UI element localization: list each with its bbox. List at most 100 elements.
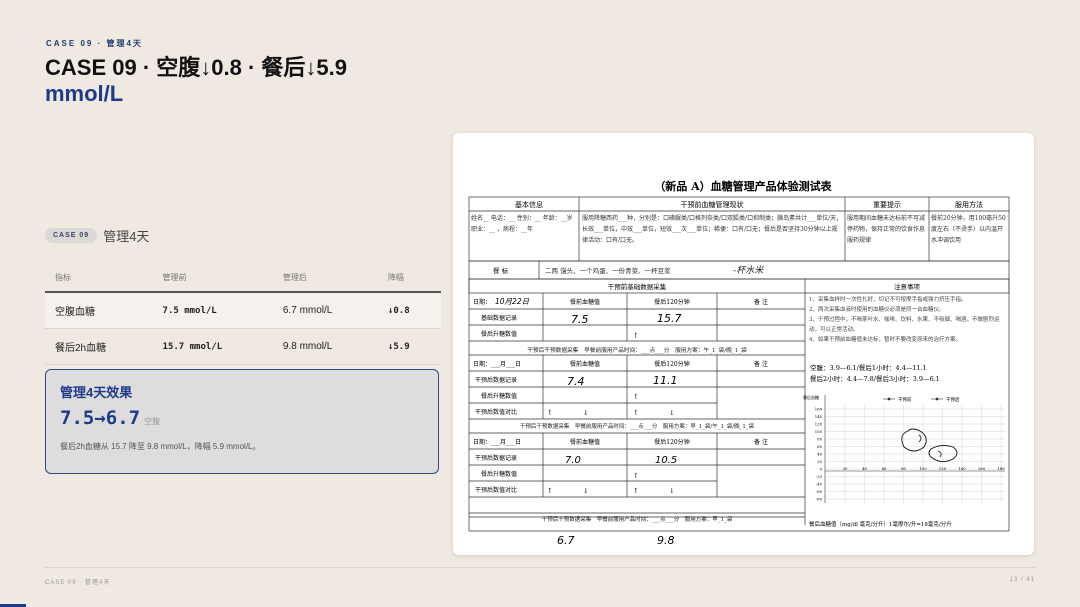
form-arrow: ↑ [633, 332, 639, 340]
form-row-after-record: 干预后数据记录 [475, 376, 517, 384]
value-after: 9.8 mmol/L [272, 328, 378, 365]
page-title: CASE 09 · 空腹↓0.8 · 餐后↓5.9 mmol/L [45, 55, 465, 107]
mini-chart-y-tick: -40 [816, 482, 823, 487]
effect-card-value: 7.5→6.7 空腹 [60, 407, 424, 429]
form-section-base: 干预前基础数据采集 [608, 282, 667, 291]
value-delta: ↓0.8 [377, 292, 441, 329]
form-day3-fast: 6.7 [557, 534, 575, 547]
form-row-after-record: 干预后数据记录 [475, 454, 517, 462]
form-col-post: 餐后120分钟 [654, 360, 689, 368]
mini-chart-y-tick: 120 [815, 422, 823, 427]
form-section-day2: 干预后干预数据采集 早餐前服用产品时间：___点___分 服用方案：早_1_袋/… [520, 424, 754, 430]
form-date-blank: 日期：___月___日 [473, 360, 521, 368]
mini-chart-y-tick: 60 [817, 444, 822, 449]
mini-chart-x-tick: 120 [939, 466, 947, 471]
form-meal-value: 二两 馒头、一个鸡蛋、一份青菜、一杯豆浆 [545, 266, 671, 275]
table-row: 空腹血糖 7.5 mmol/L 6.7 mmol/L ↓0.8 [45, 292, 441, 329]
mini-chart-x-tick: 80 [901, 466, 906, 471]
form-ref-fast: 空腹：3.9—6.1/餐后1小时：4.4—11.1 [810, 363, 927, 372]
legend-marker [887, 397, 891, 401]
form-section-day1: 干预后干预数据采集 早餐前服用产品时间：___点___分 服用方案：午_1_袋/… [527, 348, 747, 354]
effect-card-description: 餐后2h血糖从 15.7 降至 9.8 mmol/L，降幅 5.9 mmol/L… [60, 442, 261, 451]
form-row-compare: 干预后数值对比 [475, 486, 517, 494]
case-tag-row: CASE 09 管理4天 [45, 226, 149, 245]
form-arrow: ↓ [669, 487, 675, 495]
form-col-tips: 重要提示 [873, 200, 901, 209]
value-before: 15.7 mmol/L [152, 328, 273, 365]
form-col-status: 干预前血糖管理现状 [681, 200, 744, 209]
mini-chart-legend-before: 干预前 [898, 396, 912, 403]
value-after: 6.7 mmol/L [272, 292, 378, 329]
footer-divider [45, 567, 1035, 568]
form-arrow: ↓ [669, 409, 675, 417]
form-col-fast: 餐前血糖值 [570, 360, 600, 368]
legend-marker [935, 397, 939, 401]
form-arrow: ↑ [547, 409, 553, 417]
mini-chart-x-tick: 180 [997, 466, 1005, 471]
form-base-fast: 7.5 [571, 313, 589, 326]
form-arrow: ↓ [583, 409, 589, 417]
mini-chart-x-tick: 40 [862, 466, 867, 471]
mini-chart-y-tick: -60 [816, 489, 823, 494]
form-col-fast: 餐前血糖值 [570, 298, 600, 306]
form-arrow: ↑ [547, 487, 553, 495]
form-title: （新品 A）血糖管理产品体验测试表 [654, 179, 832, 193]
handwritten-scribble [928, 444, 958, 462]
form-col-note: 备 注 [754, 360, 768, 368]
footer-section-label: CASE 09 · 管理4天 [45, 580, 111, 586]
col-after: 管理后 [272, 266, 378, 293]
form-day3-post: 9.8 [657, 534, 675, 547]
mini-chart-y-tick: 100 [815, 429, 823, 434]
form-notes: 1、采集血样时一次性扎好，切记不可按摩手指或强力挤压手指。 2、两次采集血液时使… [809, 297, 1000, 343]
form-date-label: 日期： [473, 298, 491, 306]
effect-card: 管理4天效果 7.5→6.7 空腹 餐后2h血糖从 15.7 降至 9.8 mmo… [45, 369, 439, 474]
form-basic-info: 姓名__ 电话：__ 性别：__ 年龄：__岁 职业：__ ，病程：__年 [471, 215, 573, 233]
col-before: 管理前 [152, 266, 273, 293]
mini-chart-ylabel: 餐后血糖 [803, 394, 819, 400]
form-row-rise: 餐后升糖数值 [481, 330, 517, 338]
mini-chart-x-tick: 100 [919, 466, 927, 471]
table-row: 餐后2h血糖 15.7 mmol/L 9.8 mmol/L ↓5.9 [45, 328, 441, 365]
mini-chart-y-tick: 0 [820, 467, 823, 472]
effect-value-sub: 空腹 [144, 417, 161, 426]
form-col-note: 备 注 [754, 438, 768, 446]
form-method: 餐前20分钟，用100毫升50度左右（不烫手）以内温开水冲调饮用 [931, 215, 1006, 244]
table-header-row: 指标 管理前 管理后 降幅 [45, 266, 441, 293]
form-day1-post: 11.1 [653, 374, 678, 387]
form-row-base-record: 基础数据记录 [481, 314, 517, 322]
form-date-blank: 日期：___月___日 [473, 438, 521, 446]
form-arrow: ↑ [633, 472, 639, 480]
form-row-after-rise: 餐后升糖数值 [481, 470, 517, 478]
form-col-post: 餐后120分钟 [654, 438, 689, 446]
form-arrow: ↑ [633, 393, 639, 401]
effect-card-title: 管理4天效果 [60, 385, 133, 400]
mini-chart-y-tick: -20 [816, 474, 823, 479]
form-arrow: ↑ [633, 409, 639, 417]
form-section-notes: 注意事项 [894, 282, 921, 291]
section-kicker: CASE 09 · 管理4天 [46, 39, 143, 48]
form-arrow: ↑ [633, 487, 639, 495]
form-meal-handwritten: -杯水米 [733, 265, 764, 276]
handwritten-scribble [901, 428, 927, 452]
form-footer-note: 餐后血糖值（mg/dl 毫克/分升）1毫摩尔/升=18毫克/分升 [809, 520, 952, 528]
form-mini-chart: 餐后血糖 干预前 干预后 160 140 120 100 80 60 40 20 0 -20 -40… [803, 394, 1005, 503]
form-base-post: 15.7 [657, 312, 682, 325]
page-title-main: CASE 09 · 空腹↓0.8 · 餐后↓5.9 [45, 55, 347, 80]
form-meal-label: 餐 标 [493, 266, 509, 275]
form-col-basic: 基本信息 [515, 200, 543, 209]
mini-chart-legend-after: 干预后 [946, 396, 960, 403]
metric-name: 空腹血糖 [45, 292, 153, 329]
mini-chart-y-tick: 20 [817, 459, 822, 464]
form-day2-post: 10.5 [655, 455, 677, 466]
case-badge: CASE 09 [45, 228, 98, 243]
mini-chart-x-tick: 20 [843, 466, 848, 471]
case-duration: 管理4天 [103, 229, 150, 244]
col-delta: 降幅 [377, 266, 441, 293]
form-col-post: 餐后120分钟 [654, 298, 689, 306]
mini-chart-y-tick: 80 [817, 437, 822, 442]
value-before: 7.5 mmol/L [152, 292, 273, 329]
mini-chart-x-tick: 140 [958, 466, 966, 471]
form-day2-fast: 7.0 [565, 455, 581, 466]
effect-value-text: 7.5→6.7 [60, 407, 141, 429]
form-status-info: 服用降糖西药___种，分别是：口磺脲类/口格列奈类/口双胍类/口抑制类；胰岛素共… [582, 215, 842, 244]
